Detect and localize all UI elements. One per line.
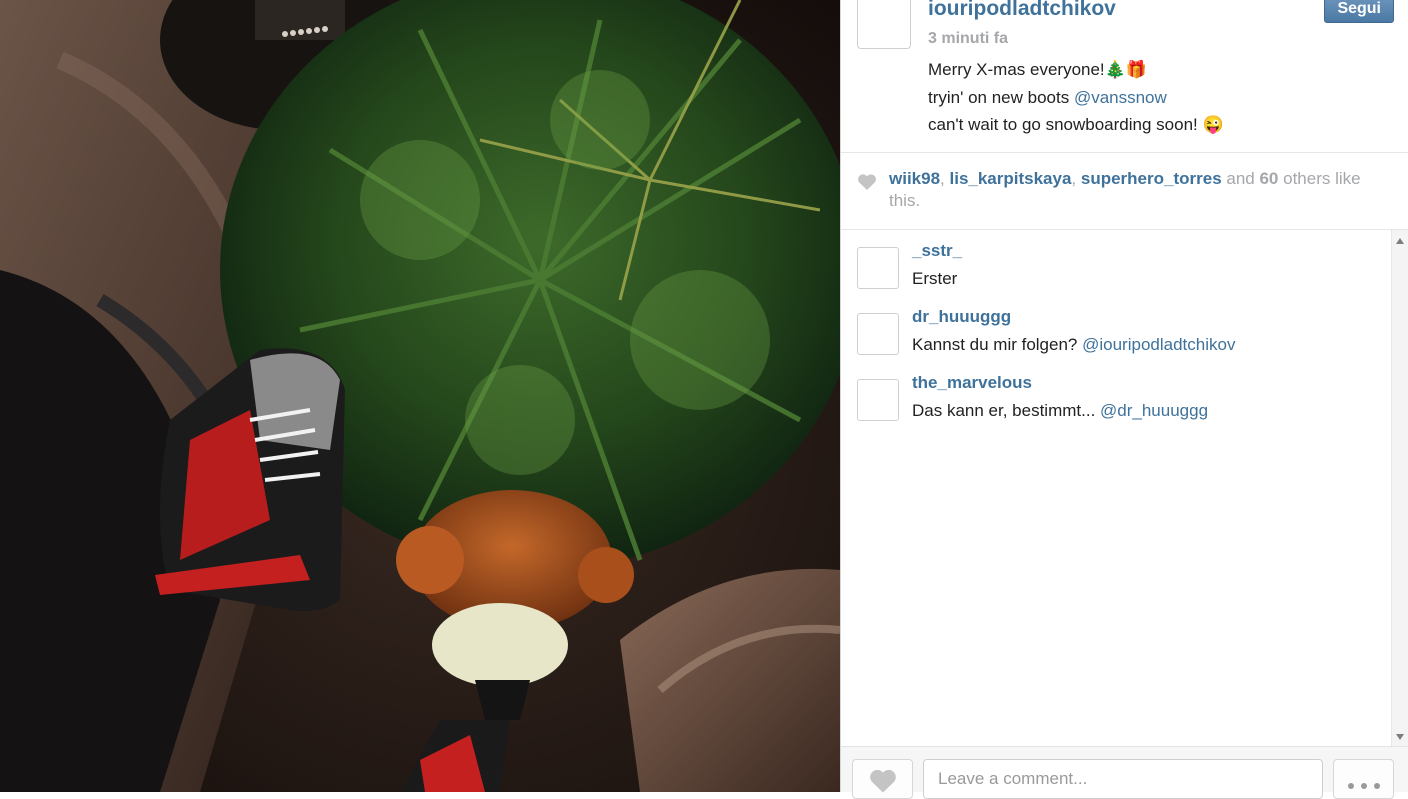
avatar[interactable] <box>857 0 911 49</box>
caption-line-3: can't wait to go snowboarding soon! 😜 <box>928 115 1224 134</box>
comment-item: the_marvelous Das kann er, bestimmt... @… <box>857 373 1377 439</box>
heart-icon <box>870 769 896 793</box>
heart-icon <box>857 173 877 196</box>
liker-link[interactable]: lis_karpitskaya <box>950 169 1072 188</box>
commenter-avatar[interactable] <box>857 313 899 355</box>
like-button[interactable] <box>852 759 913 799</box>
liker-link[interactable]: wiik98 <box>889 169 940 188</box>
caption-mention-link[interactable]: @vanssnow <box>1074 88 1167 107</box>
comment-body: Das kann er, bestimmt... <box>912 401 1101 420</box>
comments-list: _sstr_ Erster dr_huuuggg Kannst du mir f… <box>841 230 1408 746</box>
post-caption: Merry X-mas everyone!🎄🎁 tryin' on new bo… <box>928 56 1224 139</box>
caption-line-2-text: tryin' on new boots <box>928 87 1074 107</box>
comment-username-link[interactable]: _sstr_ <box>912 241 962 261</box>
likes-separator: , <box>1071 169 1081 188</box>
commenter-avatar[interactable] <box>857 379 899 421</box>
caption-line-1: Merry X-mas everyone!🎄🎁 <box>928 60 1147 79</box>
comment-body: Kannst du mir folgen? <box>912 335 1083 354</box>
comment-item: _sstr_ Erster <box>857 241 1377 307</box>
comment-text: Erster <box>912 269 957 289</box>
likes-separator: , <box>940 169 950 188</box>
post-detail-panel: iouripodladtchikov 3 minuti fa Merry X-m… <box>840 0 1408 799</box>
more-options-button[interactable] <box>1333 759 1394 799</box>
liker-link[interactable]: superhero_torres <box>1081 169 1222 188</box>
likes-count: 60 <box>1259 169 1279 188</box>
likes-section: wiik98, lis_karpitskaya, superhero_torre… <box>841 152 1408 230</box>
commenter-avatar[interactable] <box>857 247 899 289</box>
follow-button[interactable]: Segui <box>1324 0 1394 23</box>
comment-username-link[interactable]: dr_huuuggg <box>912 307 1011 327</box>
caption-line-2: tryin' on new boots @vanssnow <box>928 84 1224 112</box>
likes-text: wiik98, lis_karpitskaya, superhero_torre… <box>889 168 1389 212</box>
comment-text: Das kann er, bestimmt... @dr_huuuggg <box>912 401 1208 421</box>
comment-footer <box>841 746 1408 799</box>
post-photo[interactable] <box>0 0 840 792</box>
comment-mention-link[interactable]: @iouripodladtchikov <box>1082 335 1235 354</box>
comment-mention-link[interactable]: @dr_huuuggg <box>1100 401 1208 420</box>
comment-item: dr_huuuggg Kannst du mir folgen? @iourip… <box>857 307 1377 373</box>
comment-username-link[interactable]: the_marvelous <box>912 373 1032 393</box>
comments-scrollbar[interactable] <box>1391 230 1408 746</box>
comment-body: Erster <box>912 269 958 288</box>
scroll-down-icon[interactable] <box>1396 734 1404 740</box>
comment-input[interactable] <box>923 759 1323 799</box>
likes-and: and <box>1221 169 1260 188</box>
post-timestamp[interactable]: 3 minuti fa <box>928 30 1008 48</box>
comment-text: Kannst du mir folgen? @iouripodladtchiko… <box>912 335 1235 355</box>
scroll-up-icon[interactable] <box>1396 238 1404 244</box>
photo-illustration <box>0 0 840 792</box>
post-header: iouripodladtchikov 3 minuti fa Merry X-m… <box>841 0 1408 152</box>
post-username-link[interactable]: iouripodladtchikov <box>928 0 1116 21</box>
